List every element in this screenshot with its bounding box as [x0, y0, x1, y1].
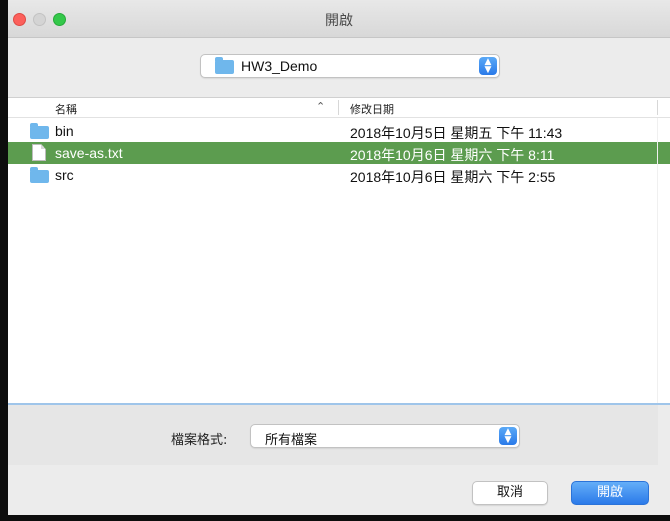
column-divider[interactable]	[657, 100, 658, 115]
file-format-label: 檔案格式:	[171, 433, 228, 448]
location-popup[interactable]: HW3_Demo ▲ ▼	[200, 54, 500, 78]
chevron-down-icon: ▼	[504, 435, 512, 445]
folder-icon	[30, 167, 49, 183]
chevron-down-icon: ▼	[484, 65, 492, 75]
file-format-bar: 檔案格式: 所有檔案 ▲ ▼	[8, 405, 658, 465]
column-header-name[interactable]: 名稱	[55, 101, 77, 117]
title-bar: 開啟	[8, 0, 670, 38]
open-file-dialog: 開啟 HW3_Demo ▲ ▼ 名稱 ⌃ 修改日期 bin 2018年10月5日…	[0, 0, 670, 521]
file-list-header: 名稱 ⌃ 修改日期	[8, 98, 670, 118]
file-row-save-as-txt[interactable]: save-as.txt 2018年10月6日 星期六 下午 8:11	[8, 142, 670, 164]
file-name: src	[55, 167, 74, 183]
folder-icon	[215, 57, 234, 74]
file-date-modified: 2018年10月5日 星期五 下午 11:43	[350, 125, 563, 141]
file-row-bin[interactable]: bin 2018年10月5日 星期五 下午 11:43	[8, 120, 670, 142]
cancel-button[interactable]: 取消	[472, 481, 548, 505]
location-folder-name: HW3_Demo	[241, 58, 318, 74]
file-list[interactable]: 名稱 ⌃ 修改日期 bin 2018年10月5日 星期五 下午 11:43 sa…	[8, 97, 670, 405]
open-button[interactable]: 開啟	[571, 481, 649, 505]
text-document-icon	[32, 144, 46, 161]
location-stepper-icon[interactable]: ▲ ▼	[479, 57, 497, 75]
sort-ascending-icon[interactable]: ⌃	[316, 100, 325, 113]
column-header-date-modified[interactable]: 修改日期	[350, 101, 394, 117]
file-date-modified: 2018年10月6日 星期六 下午 8:11	[350, 147, 555, 163]
file-row-src[interactable]: src 2018年10月6日 星期六 下午 2:55	[8, 164, 670, 186]
window-title: 開啟	[325, 13, 353, 29]
folder-icon	[30, 123, 49, 139]
file-name: bin	[55, 123, 74, 139]
column-divider[interactable]	[338, 100, 339, 115]
file-format-value: 所有檔案	[265, 433, 318, 448]
list-right-edge	[657, 118, 658, 403]
file-name: save-as.txt	[55, 145, 123, 161]
file-format-stepper-icon[interactable]: ▲ ▼	[499, 427, 517, 445]
file-format-popup[interactable]: 所有檔案 ▲ ▼	[250, 424, 520, 448]
location-bar: HW3_Demo ▲ ▼	[8, 38, 670, 97]
file-date-modified: 2018年10月6日 星期六 下午 2:55	[350, 169, 556, 185]
